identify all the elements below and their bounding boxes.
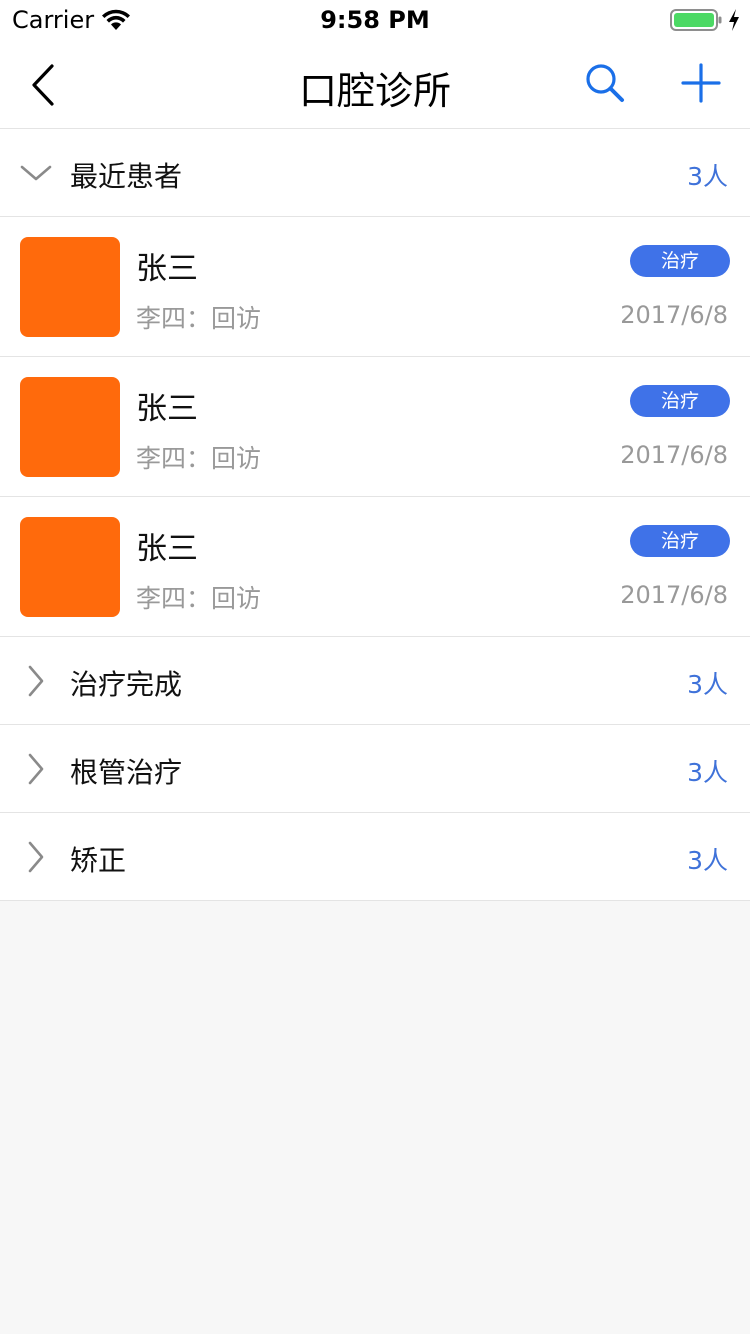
patient-row[interactable]: 张三 李四：回访 治疗 2017/6/8 (0, 357, 750, 497)
group-count: 3人 (687, 846, 728, 875)
group-title: 根管治疗 (70, 756, 183, 789)
chevron-right-icon (28, 665, 44, 697)
group-count: 3人 (687, 670, 728, 699)
patient-note: 李四：回访 (136, 444, 262, 473)
status-badge: 治疗 (630, 525, 730, 557)
avatar (20, 237, 120, 337)
group-title: 治疗完成 (70, 668, 183, 701)
group-header-recent[interactable]: 最近患者 3人 (0, 129, 750, 217)
patient-row[interactable]: 张三 李四：回访 治疗 2017/6/8 (0, 497, 750, 637)
patient-note: 李四：回访 (136, 584, 262, 613)
status-badge: 治疗 (630, 245, 730, 277)
plus-icon[interactable] (680, 62, 722, 104)
visit-date: 2017/6/8 (620, 581, 728, 609)
avatar (20, 517, 120, 617)
group-count: 3人 (687, 162, 728, 191)
group-title: 矫正 (70, 844, 127, 877)
patient-row[interactable]: 张三 李四：回访 治疗 2017/6/8 (0, 217, 750, 357)
patient-name: 张三 (136, 531, 198, 567)
status-time: 9:58 PM (320, 6, 430, 34)
status-bar: Carrier 9:58 PM (0, 0, 750, 40)
group-count: 3人 (687, 758, 728, 787)
avatar (20, 377, 120, 477)
patient-note: 李四：回访 (136, 304, 262, 333)
search-icon[interactable] (584, 62, 626, 104)
chevron-right-icon (28, 753, 44, 785)
navigation-bar: 口腔诊所 (0, 40, 750, 129)
patient-name: 张三 (136, 251, 198, 287)
patient-group-list: 最近患者 3人 张三 李四：回访 治疗 2017/6/8 张三 李四：回访 治疗… (0, 129, 750, 901)
visit-date: 2017/6/8 (620, 301, 728, 329)
visit-date: 2017/6/8 (620, 441, 728, 469)
page-title: 口腔诊所 (298, 69, 451, 113)
group-header-orthodontics[interactable]: 矫正 3人 (0, 813, 750, 901)
group-header-treatment-done[interactable]: 治疗完成 3人 (0, 637, 750, 725)
chevron-down-icon (20, 165, 52, 181)
group-header-root-canal[interactable]: 根管治疗 3人 (0, 725, 750, 813)
charging-bolt-icon (729, 9, 739, 31)
battery-icon (670, 9, 722, 31)
group-title: 最近患者 (70, 160, 183, 193)
chevron-right-icon (28, 841, 44, 873)
status-badge: 治疗 (630, 385, 730, 417)
patient-name: 张三 (136, 391, 198, 427)
